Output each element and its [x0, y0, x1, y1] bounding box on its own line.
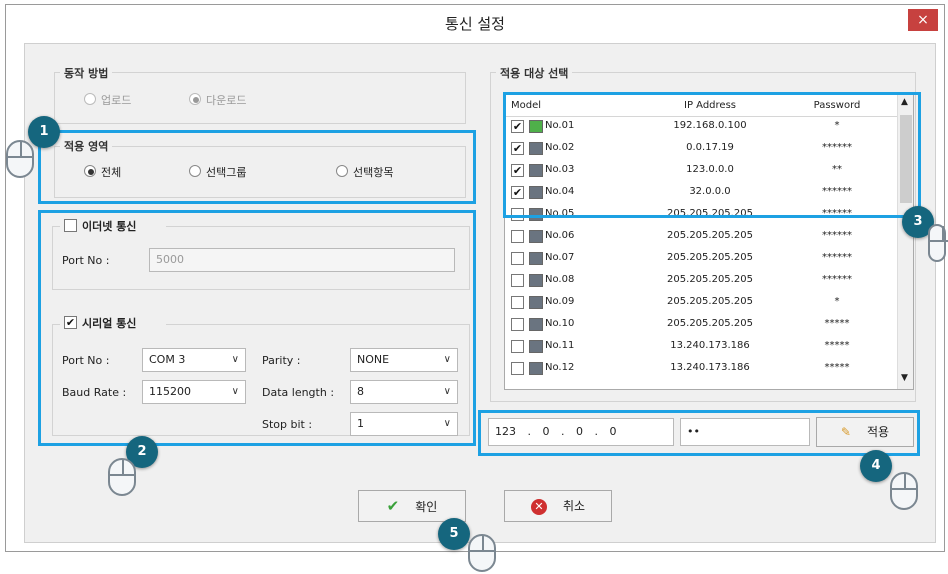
cancel-icon: ✕ — [530, 499, 547, 515]
monitor-icon — [529, 340, 543, 353]
cell-name: No.06 — [545, 230, 575, 241]
cell-name: No.11 — [545, 340, 575, 351]
callout-badge-4: 4 — [860, 450, 892, 482]
title-bar: 통신 설정 × — [6, 5, 944, 43]
dialog-title: 통신 설정 — [445, 15, 505, 33]
cell-name: No.09 — [545, 296, 575, 307]
callout-1-highlight — [38, 130, 476, 204]
callout-2-highlight — [38, 210, 476, 446]
monitor-icon — [529, 230, 543, 243]
cell-pw: ***** — [824, 340, 850, 351]
cell-pw: ***** — [824, 318, 850, 329]
row-checkbox[interactable] — [511, 230, 524, 243]
table-row[interactable]: No.08 205.205.205.205 ****** — [505, 271, 897, 289]
cell-ip: 13.240.173.186 — [670, 362, 750, 373]
row-checkbox[interactable] — [511, 340, 524, 353]
cell-ip: 13.240.173.186 — [670, 340, 750, 351]
cell-ip: 205.205.205.205 — [667, 318, 753, 329]
operation-legend: 동작 방법 — [60, 65, 113, 81]
target-legend: 적용 대상 선택 — [496, 65, 573, 81]
row-checkbox[interactable] — [511, 318, 524, 331]
mouse-icon — [108, 458, 136, 496]
cell-pw: ***** — [824, 362, 850, 373]
cell-ip: 205.205.205.205 — [667, 230, 753, 241]
download-radio[interactable] — [189, 93, 201, 105]
cell-ip: 205.205.205.205 — [667, 252, 753, 263]
mouse-icon — [468, 534, 496, 572]
checkmark-icon: ✔ — [386, 497, 400, 515]
cell-pw: * — [834, 296, 840, 307]
cell-name: No.07 — [545, 252, 575, 263]
monitor-icon — [529, 274, 543, 287]
monitor-icon — [529, 318, 543, 331]
table-row[interactable]: No.09 205.205.205.205 * — [505, 293, 897, 311]
upload-radio[interactable] — [84, 93, 96, 105]
ok-button[interactable]: ✔ 확인 — [358, 490, 466, 522]
row-checkbox[interactable] — [511, 296, 524, 309]
cell-ip: 205.205.205.205 — [667, 274, 753, 285]
cell-name: No.08 — [545, 274, 575, 285]
table-row[interactable]: No.07 205.205.205.205 ****** — [505, 249, 897, 267]
table-row[interactable]: No.12 13.240.173.186 ***** — [505, 359, 897, 377]
mouse-icon — [6, 140, 34, 178]
callout-badge-1: 1 — [28, 116, 60, 148]
cancel-button-label: 취소 — [562, 499, 586, 513]
cell-name: No.12 — [545, 362, 575, 373]
cell-name: No.10 — [545, 318, 575, 329]
callout-4-highlight — [478, 410, 920, 456]
table-row[interactable]: No.06 205.205.205.205 ****** — [505, 227, 897, 245]
table-row[interactable]: No.11 13.240.173.186 ***** — [505, 337, 897, 355]
download-label: 다운로드 — [206, 94, 247, 107]
callout-3-highlight — [503, 92, 921, 218]
cell-pw: ****** — [822, 274, 852, 285]
monitor-icon — [529, 296, 543, 309]
scroll-down-icon[interactable]: ▼ — [901, 373, 908, 383]
table-row[interactable]: No.10 205.205.205.205 ***** — [505, 315, 897, 333]
monitor-icon — [529, 362, 543, 375]
ok-button-label: 확인 — [415, 500, 438, 514]
upload-label: 업로드 — [101, 94, 132, 107]
cell-ip: 205.205.205.205 — [667, 296, 753, 307]
row-checkbox[interactable] — [511, 274, 524, 287]
row-checkbox[interactable] — [511, 252, 524, 265]
cancel-button[interactable]: ✕ 취소 — [504, 490, 612, 522]
mouse-icon — [928, 224, 948, 262]
cell-pw: ****** — [822, 230, 852, 241]
callout-badge-5: 5 — [438, 518, 470, 550]
row-checkbox[interactable] — [511, 362, 524, 375]
mouse-icon — [890, 472, 918, 510]
monitor-icon — [529, 252, 543, 265]
close-button[interactable]: × — [908, 9, 938, 31]
cell-pw: ****** — [822, 252, 852, 263]
